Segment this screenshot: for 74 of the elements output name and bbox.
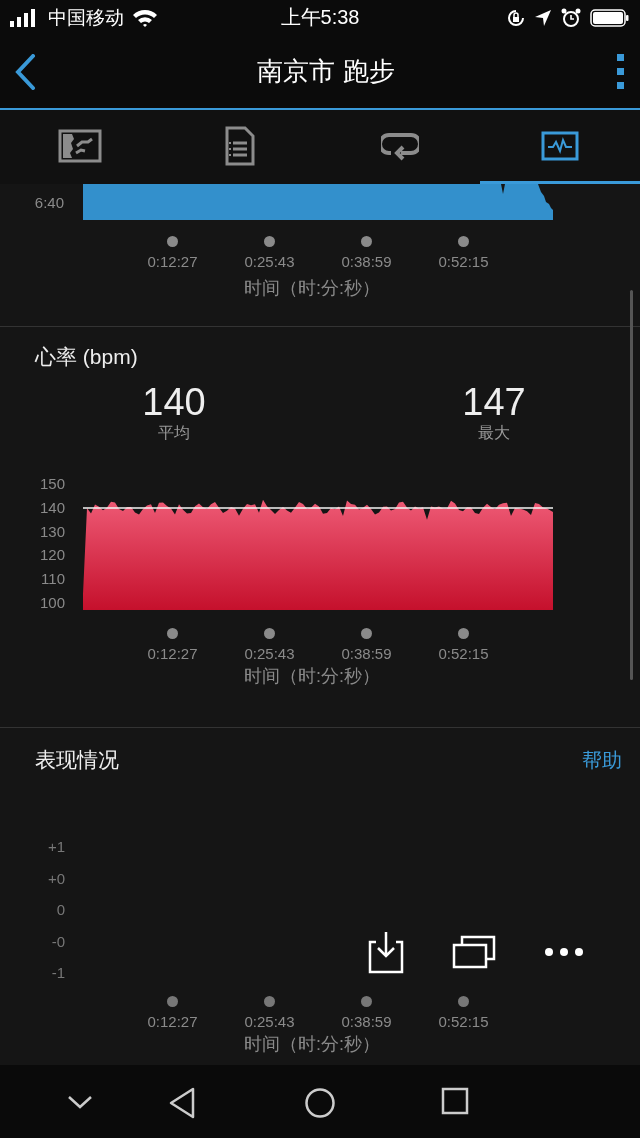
home-button[interactable] <box>304 1087 336 1119</box>
back-icon <box>14 53 36 90</box>
marker-dot <box>458 236 469 247</box>
axis-tick-label: 120 <box>39 546 65 565</box>
axis-tick-label: +1 <box>47 837 65 857</box>
document-icon <box>225 125 255 166</box>
marker-dot <box>458 995 469 1007</box>
repeat-icon <box>381 130 419 161</box>
circle-home-icon <box>304 1087 336 1119</box>
status-time: 上午5:38 <box>280 5 360 30</box>
carrier-name: 中国移动 <box>48 5 124 30</box>
square-recents-icon <box>441 1087 469 1115</box>
location-icon <box>534 8 552 27</box>
axis-tick-label: 0:52:15 <box>438 1012 489 1030</box>
stat-value: 140 <box>142 381 206 423</box>
stat-label: 平均 <box>158 423 190 443</box>
more-icon <box>544 947 584 957</box>
download-button[interactable] <box>368 930 404 974</box>
axis-tick-label: 0:25:43 <box>244 253 295 270</box>
axis-tick-label: 0:38:59 <box>341 1012 392 1030</box>
marker-dot <box>264 236 275 247</box>
axis-tick-label: 150 <box>39 475 65 493</box>
marker-dot <box>361 628 372 639</box>
axis-tick-label: 130 <box>39 522 65 541</box>
axis-tick-label: -1 <box>51 963 65 983</box>
help-link[interactable]: 帮助 <box>582 746 622 774</box>
marker-dot <box>167 236 178 247</box>
axis-tick-label: 100 <box>39 594 65 612</box>
map-icon <box>58 128 102 163</box>
axis-tick-label: 0:12:27 <box>147 1012 198 1030</box>
marker-dot <box>458 628 469 639</box>
alarm-icon <box>561 7 581 28</box>
axis-tick-label: 0:52:15 <box>438 645 489 662</box>
windows-icon <box>452 935 496 969</box>
marker-dot <box>167 995 178 1007</box>
more-button[interactable] <box>544 947 584 957</box>
chart-icon <box>541 130 579 161</box>
marker-dot <box>264 995 275 1007</box>
triangle-back-icon <box>168 1087 196 1119</box>
axis-tick-label: 0 <box>56 900 65 920</box>
marker-dot <box>361 236 372 247</box>
back-nav-button[interactable] <box>168 1087 196 1119</box>
axis-tick-label: -0 <box>51 931 65 952</box>
battery-icon <box>590 7 630 28</box>
section-title: 表现情况 <box>34 747 119 773</box>
collapse-button[interactable] <box>67 1095 93 1109</box>
stat-label: 最大 <box>478 423 510 443</box>
axis-tick-label: 0:38:59 <box>341 645 392 662</box>
axis-title: 时间（时:分:秒） <box>243 277 381 300</box>
axis-tick-label: 0:12:27 <box>147 253 198 270</box>
chevron-down-icon <box>67 1095 93 1109</box>
axis-tick-label: 110 <box>41 570 65 589</box>
marker-dot <box>361 995 372 1007</box>
rotation-lock-icon <box>507 8 525 27</box>
stat-value: 147 <box>462 381 526 423</box>
windows-button[interactable] <box>452 935 496 969</box>
axis-title: 时间（时:分:秒） <box>244 665 380 688</box>
more-vertical-icon <box>616 53 626 90</box>
axis-tick-label: 0:12:27 <box>147 645 198 662</box>
axis-tick-label: 0:25:43 <box>244 645 295 662</box>
marker-dot <box>264 628 275 639</box>
recents-button[interactable] <box>441 1087 469 1115</box>
axis-tick-label: 6:40 <box>33 193 64 211</box>
axis-tick-label: 140 <box>39 498 65 517</box>
marker-dot <box>167 628 178 639</box>
page-title: 南京市 跑步 <box>257 55 395 88</box>
axis-tick-label: 0:38:59 <box>341 253 392 270</box>
wifi-icon <box>132 8 158 27</box>
download-icon <box>368 930 404 974</box>
section-title: 心率 (bpm) <box>33 344 139 370</box>
axis-tick-label: 0:52:15 <box>438 253 489 270</box>
axis-tick-label: +0 <box>47 868 65 889</box>
axis-title: 时间（时:分:秒） <box>244 1032 380 1056</box>
axis-tick-label: 0:25:43 <box>244 1012 295 1030</box>
